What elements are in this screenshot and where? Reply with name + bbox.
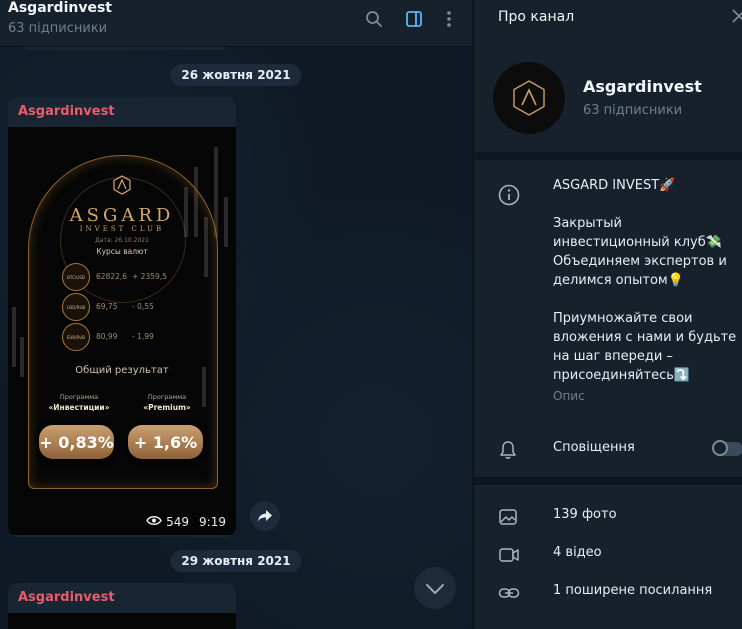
rate-row: BTC/USD 62822,6 + 2359,5 <box>62 263 202 291</box>
asgard-logo-icon <box>112 175 132 195</box>
channel-description: ASGARD INVEST🚀 Закрытый инвестиционный к… <box>553 176 739 404</box>
rate-pair: EUR/RUB <box>62 323 90 351</box>
rate-row: EUR/RUB 80,99 - 1,99 <box>62 323 202 351</box>
result-title: Общий результат <box>75 365 169 376</box>
notifications-label: Сповіщення <box>553 440 635 455</box>
info-icon <box>498 184 520 210</box>
chat-area: Asgardinvest 63 підписники 26 жовтня 202… <box>0 0 472 629</box>
media-row-links[interactable]: 1 поширене посилання <box>474 573 742 611</box>
rate-change: + 2359,5 <box>132 272 167 281</box>
panel-title: Про канал <box>498 9 575 25</box>
description-line: Закрытый инвестиционный клуб💸 Объединяем… <box>553 216 727 288</box>
photos-count: 139 фото <box>553 507 617 522</box>
avatar[interactable] <box>493 62 565 134</box>
photo-icon <box>498 507 518 531</box>
section-divider <box>474 477 742 485</box>
link-icon <box>498 583 520 607</box>
scroll-down-button[interactable] <box>414 567 456 609</box>
post-image[interactable]: ASGARD INVEST CLUB Дата: 26.10.2021 Курс… <box>8 127 236 535</box>
bell-icon <box>498 440 518 464</box>
program-label: Программа <box>147 393 187 401</box>
program-label: Программа <box>59 393 99 401</box>
image-rates-title: Курсы валют <box>96 247 148 256</box>
image-brand: ASGARD <box>69 205 175 226</box>
program-result: + 0,83% <box>39 425 114 459</box>
program-result: + 1,6% <box>128 425 203 459</box>
rate-pair: BTC/USD <box>62 263 90 291</box>
eye-icon <box>146 515 162 529</box>
section-divider <box>474 152 742 160</box>
rate-change: - 1,99 <box>132 332 154 341</box>
channel-info-panel: Про канал Asgardinvest 63 підписники ASG… <box>473 0 742 629</box>
share-button[interactable] <box>250 501 280 531</box>
post-image[interactable] <box>8 613 236 629</box>
view-count: 549 <box>166 515 190 529</box>
search-icon[interactable] <box>363 8 385 30</box>
program-name: «Инвестиции» <box>48 403 110 412</box>
description-line: Приумножайте свои вложения с нами и будь… <box>553 311 737 383</box>
post-time: 9:19 <box>199 515 226 529</box>
toggle-knob <box>712 440 728 456</box>
close-icon[interactable] <box>732 8 742 27</box>
video-icon <box>498 545 520 569</box>
date-separator: 29 жовтня 2021 <box>170 550 302 572</box>
post-author[interactable]: Asgardinvest <box>18 104 115 119</box>
chat-header[interactable]: Asgardinvest 63 підписники <box>0 0 472 47</box>
channel-subscribers: 63 підписники <box>583 103 683 118</box>
links-count: 1 поширене посилання <box>553 583 713 598</box>
description-label: Опис <box>553 389 585 403</box>
rate-value: 62822,6 <box>96 272 128 281</box>
program-name: «Premium» <box>143 403 191 412</box>
rate-row: USD/RUB 69,75 - 0,55 <box>62 293 202 321</box>
rate-value: 69,75 <box>96 302 118 311</box>
channel-post[interactable]: Asgardinvest <box>8 583 236 629</box>
videos-count: 4 відео <box>553 545 602 560</box>
rate-value: 80,99 <box>96 332 118 341</box>
notifications-toggle[interactable] <box>712 440 742 456</box>
more-menu-icon[interactable] <box>438 8 460 30</box>
bg-candle <box>12 307 16 367</box>
rate-change: - 0,55 <box>132 302 154 311</box>
post-meta: 549 9:19 <box>146 515 226 529</box>
media-row-photos[interactable]: 139 фото <box>474 497 742 535</box>
image-club: INVEST CLUB <box>79 225 165 233</box>
chat-subtitle: 63 підписники <box>8 21 108 36</box>
chat-title[interactable]: Asgardinvest <box>8 0 112 16</box>
channel-name: Asgardinvest <box>583 77 702 96</box>
image-date: Дата: 26.10.2021 <box>95 237 149 244</box>
media-row-videos[interactable]: 4 відео <box>474 535 742 573</box>
post-author[interactable]: Asgardinvest <box>18 590 115 605</box>
notifications-row[interactable]: Сповіщення <box>474 430 742 468</box>
sidebar-toggle-icon[interactable] <box>403 8 425 30</box>
date-separator: 26 жовтня 2021 <box>170 64 302 86</box>
share-icon <box>258 507 272 526</box>
description-line: ASGARD INVEST🚀 <box>553 178 676 193</box>
channel-post[interactable]: Asgardinvest ASGARD INVEST CLUB Дата: 26… <box>8 97 236 537</box>
chevron-down-icon <box>426 579 444 598</box>
rate-pair: USD/RUB <box>62 293 90 321</box>
